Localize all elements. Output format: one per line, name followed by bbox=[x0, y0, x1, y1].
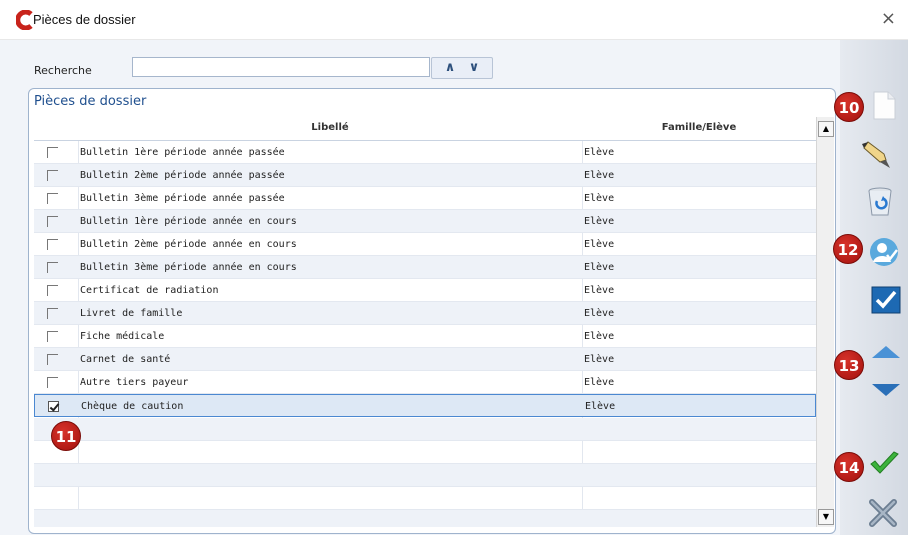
cell-famille: Elève bbox=[584, 147, 615, 158]
table-row[interactable]: Bulletin 1ère période année passée Elève bbox=[34, 141, 816, 164]
row-checkbox[interactable] bbox=[47, 193, 58, 204]
table-row-selected[interactable]: Chèque de caution Elève bbox=[34, 394, 816, 417]
validate-icon[interactable] bbox=[868, 448, 900, 480]
new-document-icon[interactable] bbox=[868, 89, 900, 121]
search-label: Recherche bbox=[34, 64, 92, 77]
app-logo-icon bbox=[16, 10, 33, 30]
search-next-button[interactable]: ∨ bbox=[464, 60, 484, 76]
cell-famille: Elève bbox=[584, 262, 615, 273]
table-row[interactable]: Bulletin 1ère période année en cours Elè… bbox=[34, 210, 816, 233]
scroll-down-button[interactable]: ▼ bbox=[818, 509, 834, 525]
arrow-up-icon[interactable] bbox=[870, 336, 902, 368]
table-row[interactable]: Bulletin 2ème période année passée Elève bbox=[34, 164, 816, 187]
cell-famille: Elève bbox=[585, 401, 616, 412]
cell-famille: Elève bbox=[584, 377, 615, 388]
cell-libelle: Bulletin 1ère période année passée bbox=[80, 147, 285, 158]
callout-badge-11: 11 bbox=[51, 421, 81, 451]
row-checkbox-checked[interactable] bbox=[48, 401, 59, 412]
cell-libelle: Bulletin 3ème période année passée bbox=[80, 193, 285, 204]
cell-libelle: Autre tiers payeur bbox=[80, 377, 189, 388]
table-row-empty bbox=[34, 510, 816, 527]
row-checkbox[interactable] bbox=[47, 308, 58, 319]
column-header-famille[interactable]: Famille/Elève bbox=[582, 122, 816, 133]
row-checkbox[interactable] bbox=[47, 262, 58, 273]
cell-libelle: Bulletin 2ème période année passée bbox=[80, 170, 285, 181]
table-row[interactable]: Autre tiers payeur Elève bbox=[34, 371, 816, 394]
table-row[interactable]: Carnet de santé Elève bbox=[34, 348, 816, 371]
table-row-empty bbox=[34, 464, 816, 487]
table-row-empty bbox=[34, 487, 816, 510]
cancel-icon[interactable] bbox=[868, 496, 900, 528]
cell-famille: Elève bbox=[584, 170, 615, 181]
column-header-libelle[interactable]: Libellé bbox=[78, 122, 582, 133]
documents-table: Libellé Famille/Elève Bulletin 1ère péri… bbox=[34, 117, 816, 527]
row-checkbox[interactable] bbox=[47, 170, 58, 181]
table-row[interactable]: Certificat de radiation Elève bbox=[34, 279, 816, 302]
row-checkbox[interactable] bbox=[47, 285, 58, 296]
row-checkbox[interactable] bbox=[47, 239, 58, 250]
row-checkbox[interactable] bbox=[47, 354, 58, 365]
cell-famille: Elève bbox=[584, 331, 615, 342]
table-row[interactable]: Bulletin 3ème période année passée Elève bbox=[34, 187, 816, 210]
cell-famille: Elève bbox=[584, 285, 615, 296]
cell-libelle: Bulletin 3ème période année en cours bbox=[80, 262, 297, 273]
cell-libelle: Fiche médicale bbox=[80, 331, 165, 342]
callout-badge-13: 13 bbox=[834, 350, 864, 380]
edit-pen-icon[interactable] bbox=[860, 138, 892, 170]
table-row[interactable]: Fiche médicale Elève bbox=[34, 325, 816, 348]
table-row[interactable]: Bulletin 3ème période année en cours Elè… bbox=[34, 256, 816, 279]
table-scrollbar[interactable]: ▲ ▼ bbox=[816, 117, 834, 527]
row-checkbox[interactable] bbox=[47, 377, 58, 388]
callout-badge-14: 14 bbox=[834, 452, 864, 482]
row-checkbox[interactable] bbox=[47, 216, 58, 227]
table-header: Libellé Famille/Elève bbox=[34, 117, 816, 141]
cell-libelle: Livret de famille bbox=[80, 308, 183, 319]
recycle-bin-icon[interactable] bbox=[864, 185, 896, 217]
user-check-icon[interactable] bbox=[868, 236, 900, 268]
cell-libelle: Chèque de caution bbox=[81, 401, 184, 412]
arrow-down-icon[interactable] bbox=[870, 374, 902, 406]
cell-famille: Elève bbox=[584, 239, 615, 250]
cell-libelle: Certificat de radiation bbox=[80, 285, 219, 296]
callout-badge-12: 12 bbox=[833, 234, 863, 264]
group-title: Pièces de dossier bbox=[34, 94, 147, 109]
table-row-empty bbox=[34, 441, 816, 464]
table-row-empty bbox=[34, 418, 816, 441]
cell-libelle: Carnet de santé bbox=[80, 354, 171, 365]
search-previous-button[interactable]: ∧ bbox=[440, 60, 460, 76]
search-nav-buttons: ∧ ∨ bbox=[431, 57, 493, 79]
row-checkbox[interactable] bbox=[47, 147, 58, 158]
row-checkbox[interactable] bbox=[47, 331, 58, 342]
window-title: Pièces de dossier bbox=[33, 12, 136, 27]
scroll-up-button[interactable]: ▲ bbox=[818, 121, 834, 137]
close-icon[interactable]: × bbox=[881, 8, 896, 29]
title-bar: Pièces de dossier × bbox=[0, 0, 908, 40]
cell-famille: Elève bbox=[584, 354, 615, 365]
search-input[interactable] bbox=[132, 57, 430, 77]
cell-famille: Elève bbox=[584, 193, 615, 204]
checkmark-box-icon[interactable] bbox=[870, 283, 902, 315]
table-row[interactable]: Bulletin 2ème période année en cours Elè… bbox=[34, 233, 816, 256]
cell-libelle: Bulletin 1ère période année en cours bbox=[80, 216, 297, 227]
cell-famille: Elève bbox=[584, 308, 615, 319]
callout-badge-10: 10 bbox=[834, 92, 864, 122]
table-row[interactable]: Livret de famille Elève bbox=[34, 302, 816, 325]
cell-famille: Elève bbox=[584, 216, 615, 227]
cell-libelle: Bulletin 2ème période année en cours bbox=[80, 239, 297, 250]
